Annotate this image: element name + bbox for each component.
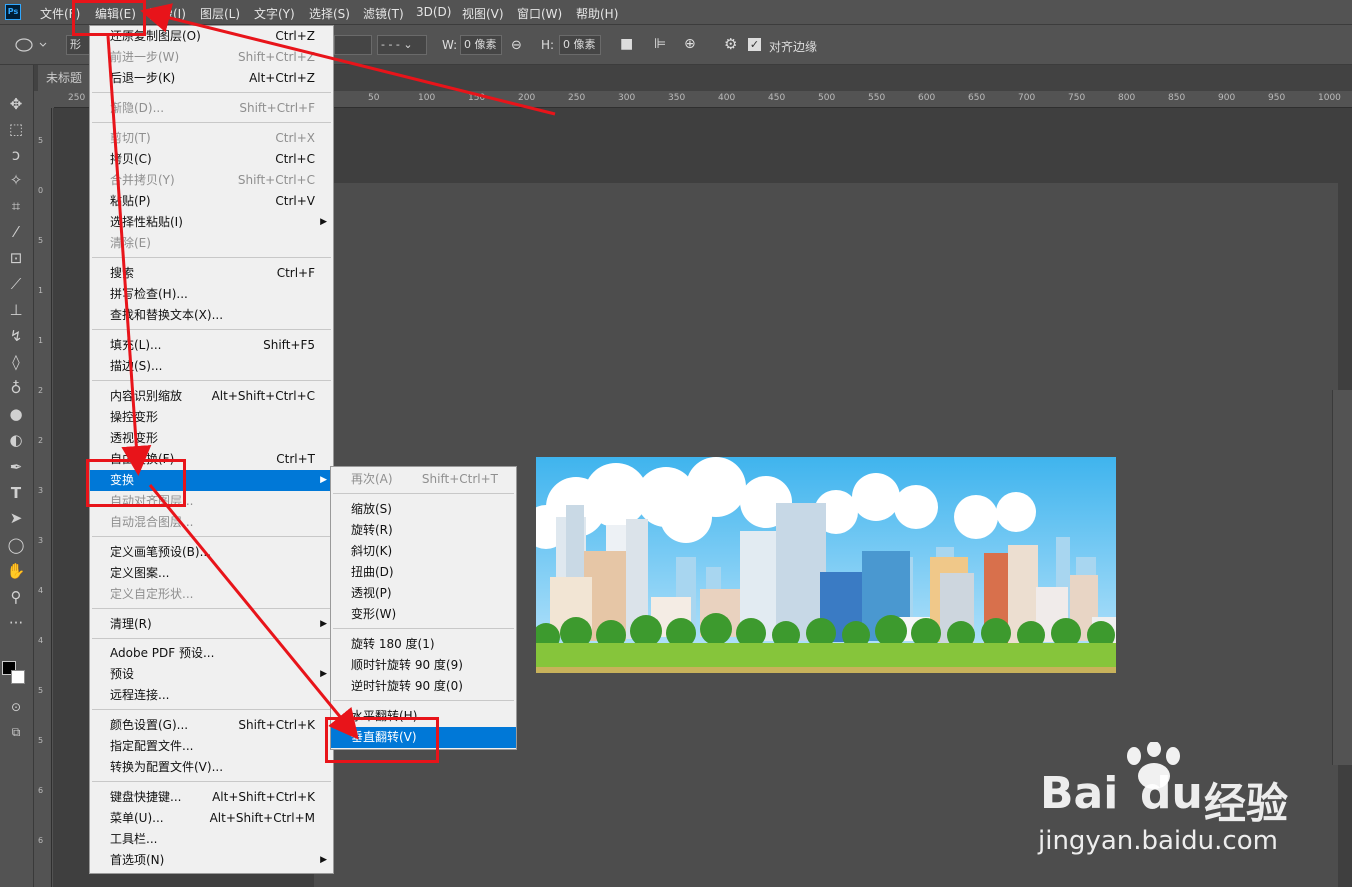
watermark-url: jingyan.baidu.com — [1038, 826, 1278, 856]
watermark-jingyan: 经验 — [1204, 779, 1289, 828]
watermark-brand-du: du — [1140, 768, 1203, 819]
arrow-to-flip-vertical — [148, 484, 359, 740]
watermark-brand: Bai — [1040, 768, 1119, 819]
arrow-to-edit-menu — [140, 3, 556, 116]
arrow-to-transform — [106, 35, 152, 476]
baidu-jingyan-watermark: Bai du 经验 jingyan.baidu.com — [1032, 740, 1332, 860]
